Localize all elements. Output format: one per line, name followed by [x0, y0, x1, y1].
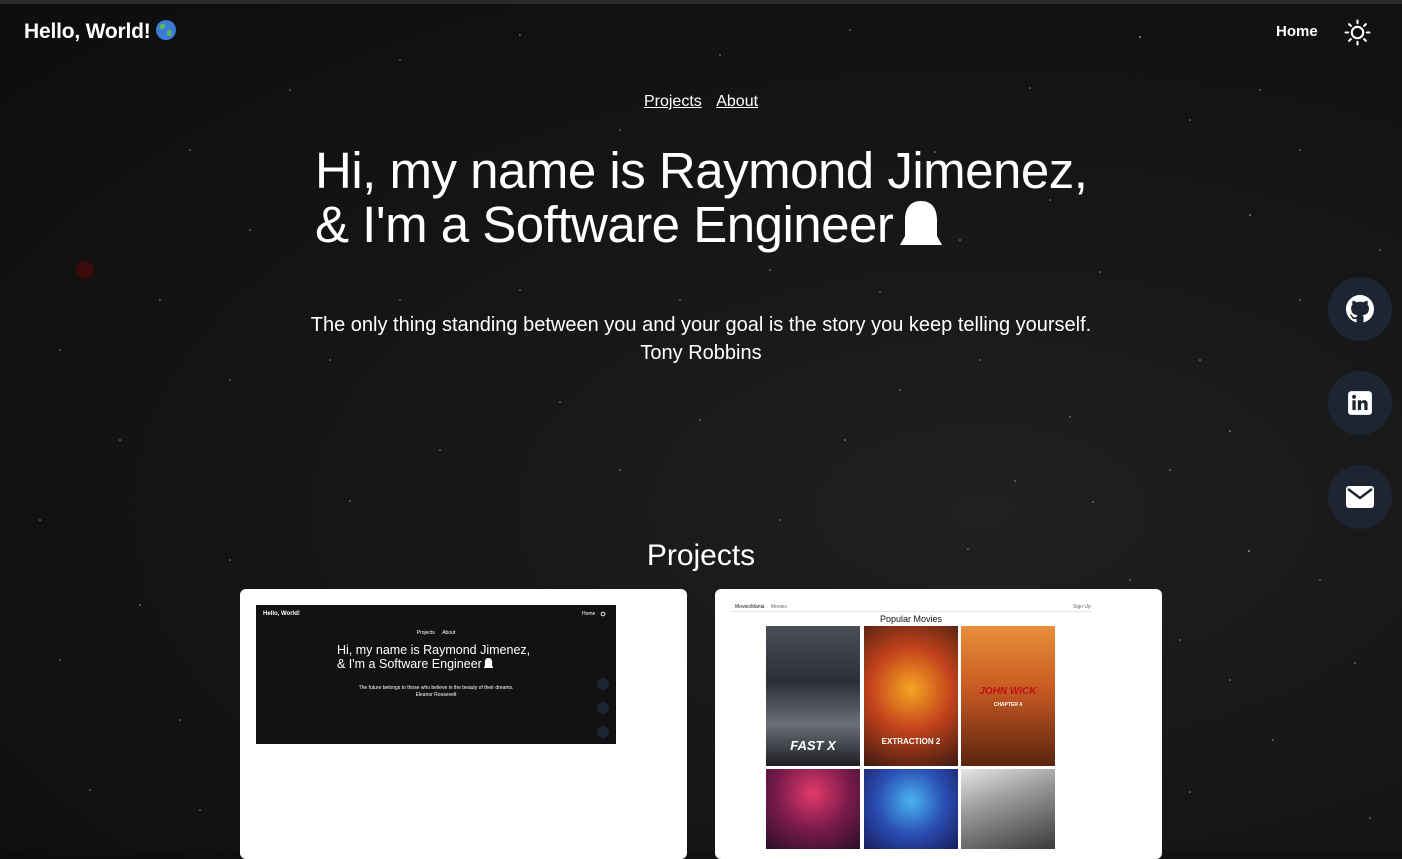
- preview-projects: Projects: [416, 630, 435, 636]
- preview-movies-link: Movies: [771, 604, 787, 610]
- preview-signup-link: Sign Up: [1073, 604, 1091, 610]
- quote-author: Tony Robbins: [640, 342, 762, 364]
- preview-ghost-icon: [483, 657, 494, 669]
- preview-github-icon: [597, 678, 609, 690]
- preview-hero: Hi, my name is Raymond Jimenez, & I'm a …: [337, 643, 567, 671]
- site-brand[interactable]: Hello, World!: [24, 19, 177, 44]
- email-button[interactable]: [1328, 465, 1392, 529]
- project-card-portfolio[interactable]: Hello, World! Home Projects About Hi, my…: [240, 589, 687, 859]
- linkedin-button[interactable]: [1328, 371, 1392, 435]
- preview-links: Projects About: [256, 630, 616, 636]
- ghost-icon: [900, 201, 943, 245]
- globe-icon: [155, 20, 176, 40]
- preview-hero-line-2: & I'm a Software Engineer: [337, 657, 567, 671]
- preview-linkedin-icon: [597, 702, 609, 714]
- preview-movies-brand: MoviesMania: [735, 604, 765, 610]
- sun-icon[interactable]: [1344, 19, 1371, 46]
- preview-quote-text: The future belongs to those who believe …: [358, 685, 514, 691]
- projects-heading: Projects: [646, 539, 756, 572]
- project-card-movies[interactable]: MoviesMania Movies Sign Up Popular Movie…: [715, 589, 1162, 859]
- preview-brand: Hello, World!: [263, 611, 300, 617]
- github-icon: [1346, 295, 1374, 323]
- linkedin-icon: [1348, 391, 1372, 415]
- preview-quote: The future belongs to those who believe …: [256, 685, 616, 699]
- nav-about-link[interactable]: About: [716, 93, 758, 110]
- hero-heading: Hi, my name is Raymond Jimenez, & I'm a …: [315, 144, 1135, 252]
- nav-home-link[interactable]: Home: [1276, 23, 1318, 40]
- hero-line-2: & I'm a Software Engineer: [315, 198, 1135, 252]
- preview-home: Home: [582, 611, 596, 617]
- quote-text: The only thing standing between you and …: [310, 314, 1092, 336]
- mail-icon: [1346, 486, 1374, 508]
- movie-poster: FAST X: [766, 626, 860, 766]
- preview-about: About: [442, 630, 456, 636]
- movie-poster: [766, 769, 860, 849]
- preview-hero-line-1: Hi, my name is Raymond Jimenez,: [337, 643, 531, 657]
- poster-subtitle: CHAPTER 4: [993, 702, 1023, 708]
- hero-line-2-text: & I'm a Software Engineer: [315, 196, 894, 253]
- decorative-red-dot: [76, 261, 94, 279]
- preview-quote-author: Eleanor Roosevelt: [415, 692, 457, 698]
- movie-poster: EXTRACTION 2: [864, 626, 958, 766]
- preview-sun-icon: [600, 611, 606, 617]
- poster-title: JOHN WICK: [979, 686, 1037, 697]
- portfolio-screenshot: Hello, World! Home Projects About Hi, my…: [256, 605, 616, 744]
- movie-poster: JOHN WICK CHAPTER 4: [961, 626, 1055, 766]
- preview-mail-icon: [597, 726, 609, 738]
- quote-block: The only thing standing between you and …: [0, 311, 1402, 367]
- brand-text: Hello, World!: [24, 20, 151, 43]
- section-nav: Projects About: [0, 93, 1402, 111]
- preview-navbar: MoviesMania Movies Sign Up: [731, 601, 1091, 612]
- preview-hero-line-2-text: & I'm a Software Engineer: [337, 657, 482, 671]
- nav-projects-link[interactable]: Projects: [644, 93, 702, 110]
- starfield-background: [39, 29, 1381, 819]
- poster-title: EXTRACTION 2: [881, 737, 941, 746]
- poster-title: FAST X: [790, 738, 836, 753]
- movie-poster: [961, 769, 1055, 849]
- movie-poster: [864, 769, 958, 849]
- preview-popular-title: Popular Movies: [879, 614, 943, 624]
- hero-line-1: Hi, my name is Raymond Jimenez,: [315, 142, 1088, 199]
- movies-screenshot: MoviesMania Movies Sign Up Popular Movie…: [731, 601, 1091, 849]
- github-button[interactable]: [1328, 277, 1392, 341]
